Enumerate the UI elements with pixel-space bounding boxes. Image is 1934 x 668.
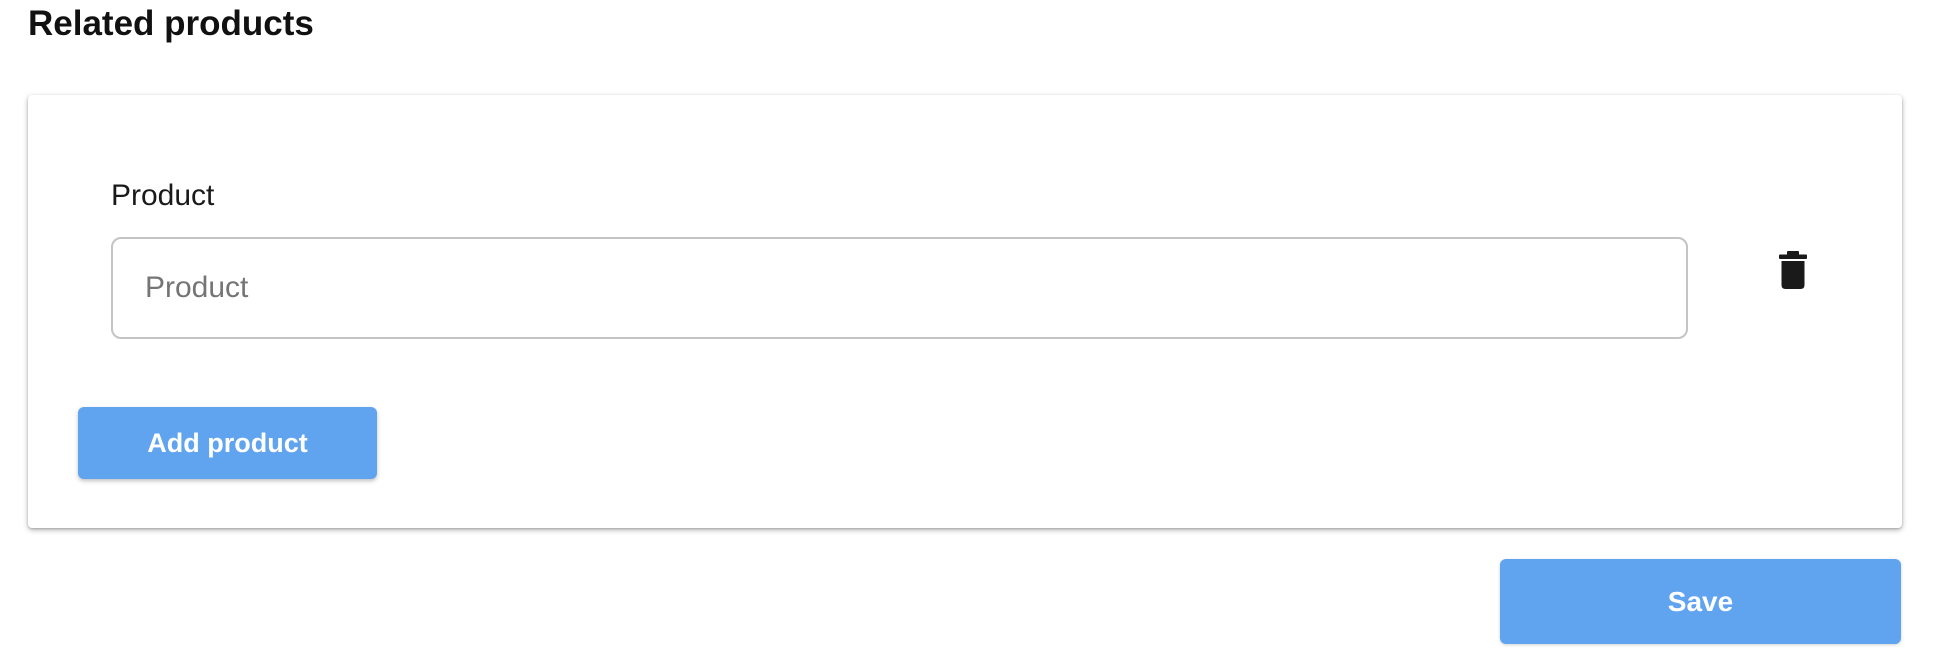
trash-icon: [1779, 251, 1807, 289]
delete-product-button[interactable]: [1760, 237, 1826, 303]
product-field-label: Product: [111, 179, 215, 212]
product-input[interactable]: [111, 237, 1688, 339]
section-title: Related products: [28, 4, 314, 43]
save-button[interactable]: Save: [1500, 559, 1901, 644]
add-product-button[interactable]: Add product: [78, 407, 377, 479]
related-products-page: Related products Product Add product Sav…: [0, 0, 1934, 668]
related-products-card: Product Add product: [28, 95, 1902, 528]
